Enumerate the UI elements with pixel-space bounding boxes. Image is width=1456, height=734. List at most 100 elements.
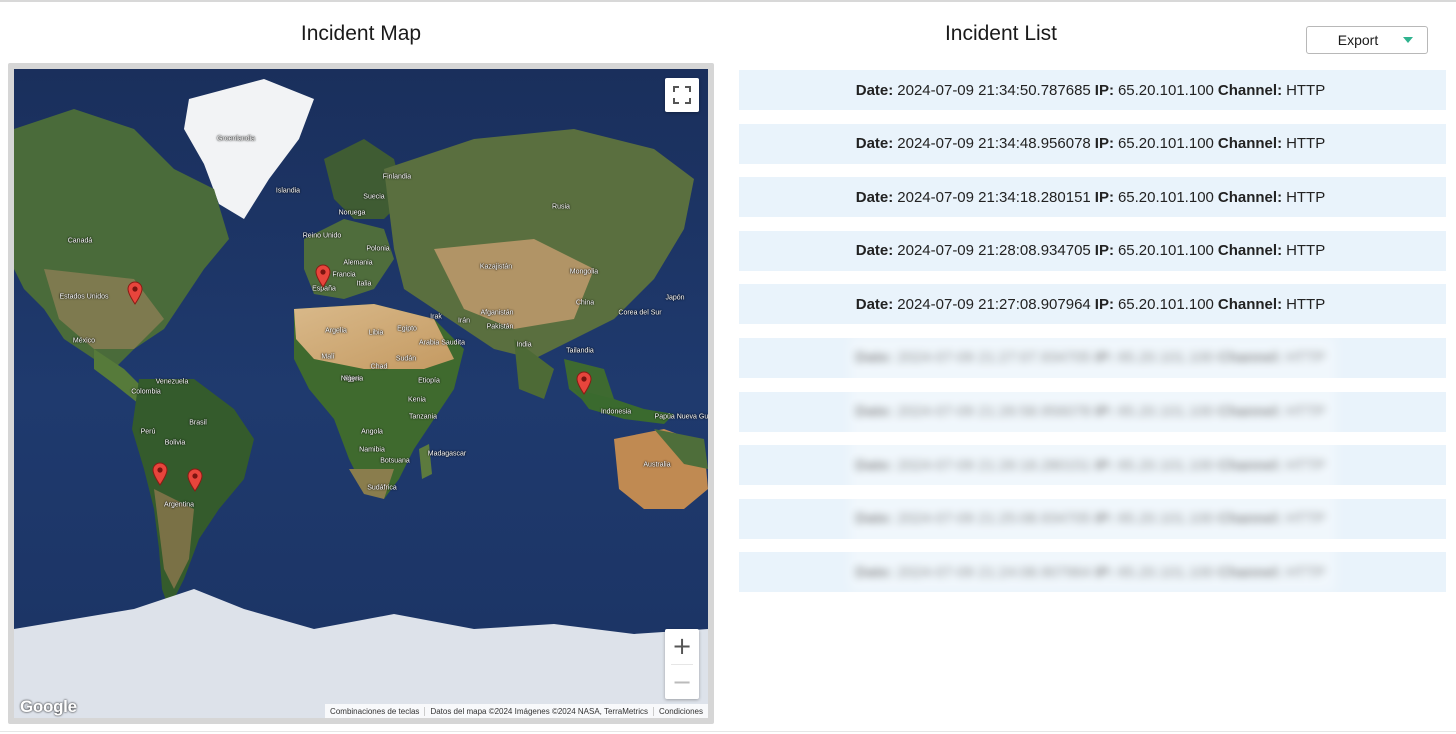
ip-label: IP: (1094, 456, 1114, 474)
country-label: Irak (430, 313, 442, 321)
incident-ip: 65.20.101.100 (1117, 81, 1214, 99)
incident-row-content: Date: 2024-07-09 21:34:50.787685 IP: 65.20.… (856, 82, 1329, 99)
keyboard-shortcuts-link[interactable]: Combinaciones de teclas (325, 707, 424, 716)
channel-label: Channel: (1217, 403, 1283, 421)
zoom-out-button[interactable]: − (665, 665, 699, 699)
incident-date: 2024-07-09 21:26:58.956078 (897, 403, 1091, 421)
satellite-map[interactable]: Groenlandia Islandia Finlandia Suecia Norueg… (14, 69, 708, 718)
incident-channel: HTTP (1286, 349, 1326, 367)
ip-label: IP: (1094, 242, 1114, 260)
country-label: Islandia (275, 187, 301, 195)
incident-row-content: Date: 2024-07-09 21:28:08.934705 IP: 65.20.… (856, 242, 1329, 259)
country-label: Suecia (363, 193, 385, 201)
map-container: Groenlandia Islandia Finlandia Suecia Norueg… (8, 63, 714, 724)
world-map-imagery (14, 69, 708, 718)
top-divider (0, 0, 1456, 2)
incident-ip: 65.20.101.100 (1117, 295, 1214, 313)
country-label: México (72, 337, 96, 345)
date-label: Date: (855, 456, 894, 474)
incident-row[interactable]: Date: 2024-07-09 21:34:50.787685 IP: 65.20.… (739, 70, 1446, 110)
country-label: Perú (140, 428, 156, 436)
incident-ip: 65.20.101.100 (1117, 242, 1214, 260)
date-label: Date: (855, 349, 894, 367)
country-label: Japón (665, 294, 685, 302)
country-label: Papúa Nueva Guinea (654, 413, 708, 421)
country-label: Arabia Saudita (419, 339, 465, 347)
country-label: Australia (643, 461, 671, 469)
map-marker-icon[interactable] (187, 468, 203, 492)
country-label: Sudáfrica (367, 484, 397, 492)
incident-row[interactable]: Date: 2024-07-09 21:26:58.956078 IP: 65.20.… (739, 391, 1446, 432)
zoom-in-button[interactable]: + (665, 629, 699, 663)
country-label: China (575, 299, 595, 307)
date-label: Date: (855, 403, 894, 421)
date-label: Date: (855, 510, 894, 528)
channel-label: Channel: (1217, 349, 1283, 367)
ip-label: IP: (1094, 81, 1114, 99)
incident-row-content: Date: 2024-07-09 21:34:48.956078 IP: 65.20.… (856, 135, 1329, 152)
date-label: Date: (855, 295, 894, 313)
country-label: Malí (321, 353, 335, 361)
map-marker-icon[interactable] (127, 281, 143, 305)
incident-row[interactable]: Date: 2024-07-09 21:34:18.280151 IP: 65.20.… (739, 177, 1446, 218)
country-label: Groenlandia (216, 135, 256, 143)
incident-ip: 65.20.101.100 (1117, 403, 1214, 421)
country-label: Tailandia (566, 347, 594, 355)
channel-label: Channel: (1217, 456, 1283, 474)
incident-date: 2024-07-09 21:27:08.907964 (897, 295, 1091, 313)
incident-row[interactable]: Date: 2024-07-09 21:27:08.907964 IP: 65.20.… (739, 284, 1446, 325)
incident-date: 2024-07-09 21:34:18.280151 (897, 188, 1091, 206)
map-attribution: Combinaciones de teclas Datos del mapa ©… (325, 704, 708, 718)
fullscreen-button[interactable] (665, 78, 699, 112)
incident-row[interactable]: Date: 2024-07-09 21:34:48.956078 IP: 65.20.… (739, 123, 1446, 164)
country-label: Mongolia (569, 268, 599, 276)
incident-row-content: Date: 2024-07-09 21:27:08.907964 IP: 65.20.… (856, 296, 1329, 313)
export-dropdown-button[interactable]: Export (1306, 26, 1428, 54)
map-marker-icon[interactable] (152, 462, 168, 486)
incident-channel: HTTP (1286, 403, 1326, 421)
incident-row[interactable]: Date: 2024-07-09 21:26:18.280151 IP: 65.20.… (739, 445, 1446, 486)
date-label: Date: (855, 242, 894, 260)
incident-channel: HTTP (1286, 242, 1326, 260)
bottom-divider (0, 731, 1456, 732)
incident-ip: 65.20.101.100 (1117, 563, 1214, 581)
country-label: Libia (368, 329, 384, 337)
map-marker-icon[interactable] (576, 371, 592, 395)
country-label: Indonesia (600, 408, 632, 416)
incident-date: 2024-07-09 21:28:08.934705 (897, 242, 1091, 260)
channel-label: Channel: (1217, 295, 1283, 313)
incident-row[interactable]: Date: 2024-07-09 21:28:08.934705 IP: 65.20.… (739, 230, 1446, 271)
terms-link[interactable]: Condiciones (652, 706, 708, 716)
country-label: Chad (370, 363, 388, 371)
export-label: Export (1337, 32, 1379, 48)
country-label: Irán (457, 317, 471, 325)
ip-label: IP: (1094, 510, 1114, 528)
country-label: Corea del Sur (618, 309, 662, 317)
incident-list: Date: 2024-07-09 21:34:50.787685 IP: 65.20.… (739, 70, 1446, 606)
incident-ip: 65.20.101.100 (1117, 349, 1214, 367)
incident-channel: HTTP (1286, 135, 1326, 153)
incident-row[interactable]: Date: 2024-07-09 21:24:08.907964 IP: 65.20.… (739, 552, 1446, 593)
incident-row-content: Date: 2024-07-09 21:27:07.934705 IP: 65.20.… (856, 349, 1329, 366)
incident-channel: HTTP (1286, 295, 1326, 313)
country-label: Afganistán (480, 309, 514, 317)
ip-label: IP: (1094, 349, 1114, 367)
map-title: Incident Map (300, 22, 422, 45)
incident-date: 2024-07-09 21:34:48.956078 (897, 135, 1091, 153)
incident-row[interactable]: Date: 2024-07-09 21:25:08.934705 IP: 65.20.… (739, 498, 1446, 539)
incident-date: 2024-07-09 21:25:08.934705 (897, 510, 1091, 528)
incident-channel: HTTP (1286, 81, 1326, 99)
country-label: India (516, 341, 532, 349)
ip-label: IP: (1094, 188, 1114, 206)
incident-channel: HTTP (1286, 563, 1326, 581)
incident-channel: HTTP (1286, 510, 1326, 528)
country-label: Angola (361, 428, 383, 436)
country-label: Estados Unidos (59, 293, 109, 301)
country-label: Alemania (343, 259, 373, 267)
channel-label: Channel: (1217, 510, 1283, 528)
map-marker-icon[interactable] (315, 264, 331, 288)
country-label: Sudán (395, 355, 417, 363)
channel-label: Channel: (1217, 563, 1283, 581)
incident-row[interactable]: Date: 2024-07-09 21:27:07.934705 IP: 65.20.… (739, 337, 1446, 378)
incident-row-content: Date: 2024-07-09 21:25:08.934705 IP: 65.20.… (856, 510, 1329, 527)
